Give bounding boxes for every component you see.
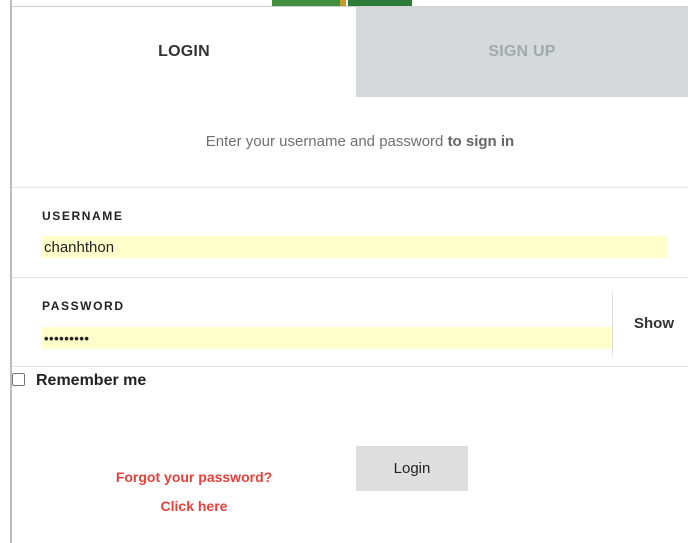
forgot-password-link[interactable]: Forgot your password? Click here: [96, 463, 292, 521]
remember-me-checkbox[interactable]: [12, 373, 25, 386]
instructions-emphasis: to sign in: [447, 133, 515, 150]
forgot-password-text: Forgot your password?: [115, 469, 273, 485]
show-password-button[interactable]: Show: [634, 315, 674, 332]
show-separator: [612, 293, 613, 355]
remember-me-label: Remember me: [36, 372, 147, 389]
forgot-click-here: Click here: [160, 498, 228, 514]
username-input[interactable]: [42, 236, 667, 258]
password-label: PASSWORD: [42, 299, 125, 313]
tab-signup-label: SIGN UP: [488, 43, 556, 60]
login-button-label: Login: [393, 460, 431, 477]
password-input[interactable]: [42, 327, 612, 349]
divider: [12, 277, 688, 278]
login-button[interactable]: Login: [356, 446, 468, 491]
tab-login-label: LOGIN: [158, 43, 210, 60]
divider: [12, 187, 688, 188]
tab-signup[interactable]: SIGN UP: [356, 7, 688, 97]
login-instructions: Enter your username and password to sign…: [12, 133, 688, 150]
instructions-text: Enter your username and password: [205, 133, 448, 150]
divider: [12, 366, 688, 367]
username-label: USERNAME: [42, 209, 124, 223]
tab-login[interactable]: LOGIN: [12, 7, 356, 97]
